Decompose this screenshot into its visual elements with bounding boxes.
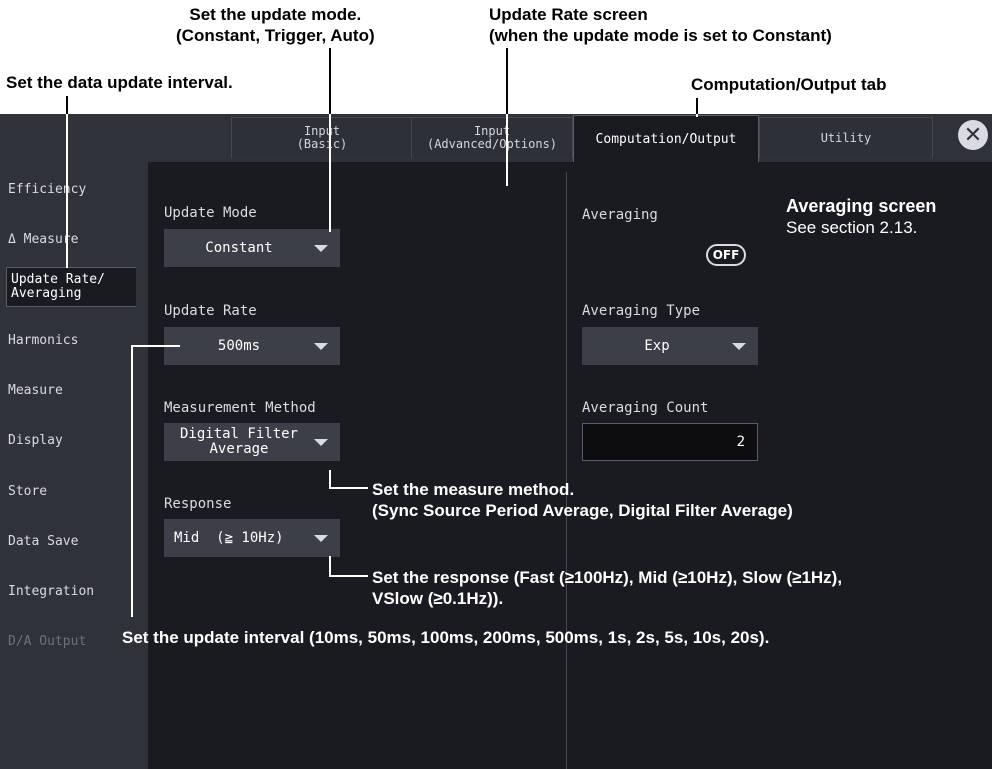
chevron-down-icon [314,245,328,252]
response-label: Response [164,496,232,512]
tab-label: (Basic) [296,137,348,151]
annotation-line: Set the measure method. [372,480,575,499]
annotation-data-update-interval: Set the data update interval. [6,73,233,92]
annotation-line: (Constant, Trigger, Auto) [176,26,375,45]
annotation-measure-method: Set the measure method. (Sync Source Per… [372,479,793,521]
sidebar-item-integration[interactable]: Integration [8,584,94,599]
averaging-count-label: Averaging Count [582,400,709,416]
dropdown-value: Exp [644,337,670,354]
sidebar-item-efficiency[interactable]: Efficiency [8,182,86,197]
measurement-method-dropdown[interactable]: Digital Filter Average [164,423,340,461]
dropdown-value-line: Digital Filter [179,426,298,442]
update-rate-label: Update Rate [164,303,257,319]
averaging-type-label: Averaging Type [582,303,701,319]
annotation-line: VSlow (≥0.1Hz)). [372,589,504,608]
annotation-screen-title: Update Rate screen (when the update mode… [489,4,832,46]
averaging-type-dropdown[interactable]: Exp [582,327,758,365]
sidebar-item-label: Update Rate/ Averaging [11,273,105,301]
update-mode-label: Update Mode [164,205,257,221]
dropdown-value: Mid (≧ 10Hz) [174,529,284,546]
sidebar-item-data-save[interactable]: Data Save [8,534,78,549]
tab-input-basic[interactable]: Input (Basic) [231,117,413,158]
update-rate-dropdown[interactable]: 500ms [164,327,340,365]
averaging-label: Averaging [582,207,658,223]
averaging-count-input[interactable]: 2 [582,423,758,461]
sidebar-label-line: Averaging [11,286,82,301]
sidebar-label-line: Update Rate/ [11,272,105,287]
annotation-line: Set the update mode. [189,5,362,24]
dropdown-value-line: Average [209,441,269,457]
dropdown-value: 500ms [217,337,261,354]
dropdown-value: Digital Filter Average [180,427,298,457]
annotation-update-mode: Set the update mode. (Constant, Trigger,… [176,4,375,46]
tab-label: Computation/Output [595,131,737,147]
tab-bar: Input (Basic) Input (Advanced/Options) C… [0,114,992,162]
response-dropdown[interactable]: Mid (≧ 10Hz) [164,519,340,557]
annotation-response: Set the response (Fast (≥100Hz), Mid (≥1… [372,567,842,609]
tab-label: Utility [820,130,872,145]
annotation-tab: Computation/Output tab [691,75,887,94]
chevron-down-icon [314,343,328,350]
tab-label: (Advanced/Options) [426,137,558,151]
sidebar-item-store[interactable]: Store [8,484,47,499]
sidebar-item-measure[interactable]: Measure [8,383,63,398]
measurement-method-label: Measurement Method [164,400,316,416]
tab-input-advanced[interactable]: Input (Advanced/Options) [411,117,573,158]
panel-divider [566,172,567,769]
close-icon[interactable]: ✕ [958,120,988,150]
chevron-down-icon [732,343,746,350]
dropdown-value: Constant [205,239,273,256]
sidebar-item-da-output: D/A Output [8,634,87,649]
annotation-averaging-screen: Averaging screen [786,196,937,216]
update-mode-dropdown[interactable]: Constant [164,229,340,267]
annotation-line: Set the response (Fast (≥100Hz), Mid (≥1… [372,568,843,587]
chevron-down-icon [314,535,328,542]
chevron-down-icon [314,439,328,446]
sidebar-item-delta-measure[interactable]: Δ Measure [8,232,78,247]
sidebar-item-harmonics[interactable]: Harmonics [8,333,78,348]
annotation-line: (Sync Source Period Average, Digital Fil… [372,501,793,520]
sidebar: Efficiency Δ Measure Update Rate/ Averag… [0,162,148,769]
annotation-update-interval: Set the update interval (10ms, 50ms, 100… [122,628,770,647]
sidebar-item-display[interactable]: Display [8,433,63,448]
annotation-averaging-section: See section 2.13. [786,218,918,237]
annotation-line: Update Rate screen [489,5,648,24]
tab-utility[interactable]: Utility [759,117,933,158]
averaging-toggle[interactable]: OFF [706,244,746,266]
annotation-line: (when the update mode is set to Constant… [489,26,832,45]
tab-computation-output[interactable]: Computation/Output [573,115,759,162]
sidebar-item-update-rate-averaging[interactable]: Update Rate/ Averaging [6,267,136,307]
